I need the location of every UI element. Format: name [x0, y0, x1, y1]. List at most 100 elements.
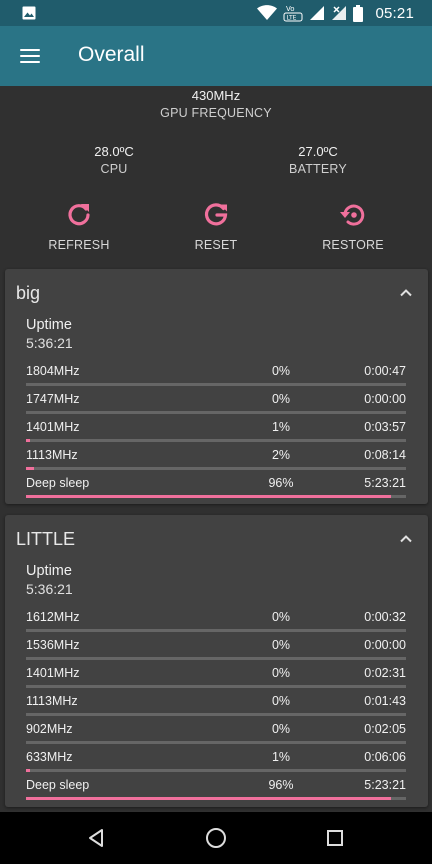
frequency-row: 1401MHz 0% 0:02:31: [26, 664, 406, 692]
frequency-label: 1747MHz: [26, 392, 80, 406]
frequency-label: 1612MHz: [26, 610, 80, 624]
usage-progress-bar: [26, 439, 406, 442]
restore-button[interactable]: RESTORE: [293, 200, 413, 252]
usage-progress-fill: [26, 495, 391, 498]
frequency-percent: 96%: [268, 476, 294, 490]
gpu-frequency-value: 430MHz: [191, 88, 241, 103]
cluster-card-little: LITTLE Uptime 5:36:21 1612MHz 0% 0:00:32 15…: [5, 515, 428, 807]
wifi-icon: [257, 5, 278, 20]
navigation-bar: [0, 812, 432, 864]
restore-label: RESTORE: [322, 238, 384, 252]
frequency-row: 1804MHz 0% 0:00:47: [26, 362, 406, 390]
frequency-row: 1401MHz 1% 0:03:57: [26, 418, 406, 446]
usage-progress-bar: [26, 467, 406, 470]
battery-temp-label: BATTERY: [289, 162, 347, 176]
cluster-title: big: [16, 283, 41, 303]
frequency-percent: 0%: [271, 722, 291, 736]
page-title: Overall: [78, 43, 145, 66]
status-bar: Vo LTE 05:21: [0, 0, 432, 26]
uptime-block: Uptime 5:36:21: [26, 317, 73, 351]
frequency-time: 0:00:47: [364, 364, 406, 378]
usage-progress-bar: [26, 769, 406, 772]
frequency-time: 0:02:05: [364, 722, 406, 736]
frequency-time: 5:23:21: [364, 476, 406, 490]
usage-progress-bar: [26, 629, 406, 632]
frequency-percent: 96%: [268, 778, 294, 792]
reset-button[interactable]: RESET: [156, 200, 276, 252]
frequency-percent: 0%: [271, 666, 291, 680]
chevron-up-icon[interactable]: [398, 285, 414, 301]
frequency-percent: 0%: [271, 392, 291, 406]
frequency-percent: 0%: [271, 610, 291, 624]
frequency-row: Deep sleep 96% 5:23:21: [26, 474, 406, 502]
frequency-row: 1113MHz 0% 0:01:43: [26, 692, 406, 720]
frequency-row: Deep sleep 96% 5:23:21: [26, 776, 406, 804]
cluster-title: LITTLE: [16, 529, 76, 549]
usage-progress-bar: [26, 657, 406, 660]
usage-progress-bar: [26, 685, 406, 688]
gpu-frequency-stat: 430MHz GPU FREQUENCY: [116, 88, 316, 120]
frequency-time: 0:00:32: [364, 610, 406, 624]
svg-text:LTE: LTE: [287, 15, 297, 22]
frequency-label: 1401MHz: [26, 666, 80, 680]
frequency-label: 1113MHz: [26, 448, 78, 462]
usage-progress-fill: [26, 797, 391, 800]
back-icon[interactable]: [85, 826, 109, 850]
app-toolbar: Overall: [0, 26, 432, 86]
usage-progress-fill: [26, 769, 30, 772]
frequency-label: 902MHz: [26, 722, 73, 736]
svg-text:Vo: Vo: [286, 5, 295, 13]
frequency-row: 1536MHz 0% 0:00:00: [26, 636, 406, 664]
recent-apps-icon[interactable]: [323, 826, 347, 850]
frequency-percent: 0%: [271, 364, 291, 378]
usage-progress-bar: [26, 383, 406, 386]
uptime-block: Uptime 5:36:21: [26, 563, 73, 597]
chevron-up-icon[interactable]: [398, 531, 414, 547]
frequency-percent: 0%: [271, 638, 291, 652]
uptime-value: 5:36:21: [26, 581, 73, 597]
frequency-label: 1536MHz: [26, 638, 80, 652]
status-icons: Vo LTE 05:21: [257, 3, 414, 23]
frequency-row: 633MHz 1% 0:06:06: [26, 748, 406, 776]
frequency-label: 1804MHz: [26, 364, 80, 378]
home-icon[interactable]: [204, 826, 228, 850]
battery-temp-value: 27.0ºC: [298, 144, 338, 159]
frequency-time: 0:03:57: [364, 420, 406, 434]
frequency-time: 0:01:43: [364, 694, 406, 708]
cpu-temp-stat: 28.0ºC CPU: [54, 144, 174, 176]
frequency-percent: 2%: [271, 448, 291, 462]
frequency-percent: 0%: [271, 694, 291, 708]
battery-temp-stat: 27.0ºC BATTERY: [258, 144, 378, 176]
cpu-temp-value: 28.0ºC: [94, 144, 134, 159]
frequency-label: 1113MHz: [26, 694, 78, 708]
reset-label: RESET: [194, 238, 238, 252]
frequency-row: 902MHz 0% 0:02:05: [26, 720, 406, 748]
cpu-temp-label: CPU: [100, 162, 128, 176]
frequency-time: 0:00:00: [364, 638, 406, 652]
signal-no-data-icon: [332, 6, 347, 20]
usage-progress-bar: [26, 411, 406, 414]
signal-icon: [310, 6, 325, 20]
status-time: 05:21: [375, 4, 414, 22]
frequency-time: 0:00:00: [364, 392, 406, 406]
usage-progress-fill: [26, 439, 30, 442]
refresh-icon: [68, 204, 90, 226]
usage-progress-bar: [26, 741, 406, 744]
frequency-time: 0:02:31: [364, 666, 406, 680]
frequency-label: Deep sleep: [26, 778, 90, 792]
frequency-percent: 1%: [271, 750, 291, 764]
usage-progress-bar: [26, 495, 406, 498]
image-icon: [22, 6, 36, 20]
hamburger-menu-icon[interactable]: [18, 44, 42, 68]
frequency-label: 1401MHz: [26, 420, 80, 434]
frequency-time: 0:06:06: [364, 750, 406, 764]
restore-icon: [340, 204, 365, 226]
frequency-label: Deep sleep: [26, 476, 90, 490]
frequency-time: 5:23:21: [364, 778, 406, 792]
battery-icon: [353, 4, 364, 22]
frequency-row: 1612MHz 0% 0:00:32: [26, 608, 406, 636]
frequency-label: 633MHz: [26, 750, 73, 764]
gpu-frequency-label: GPU FREQUENCY: [160, 106, 272, 120]
uptime-label: Uptime: [26, 317, 72, 333]
refresh-button[interactable]: REFRESH: [19, 200, 139, 252]
